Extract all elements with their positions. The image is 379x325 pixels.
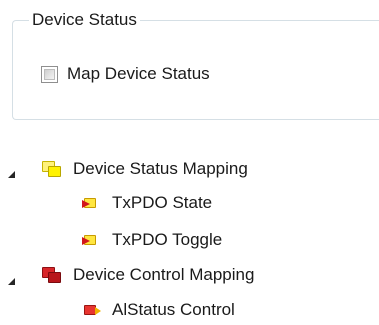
rx-entry-icon xyxy=(82,302,101,318)
tree-node-txpdo-state[interactable]: TxPDO State xyxy=(82,190,212,216)
tree-node-device-control-mapping[interactable]: Device Control Mapping xyxy=(39,262,254,288)
yellow-stack-icon xyxy=(39,159,63,179)
tree-node-label: TxPDO State xyxy=(112,193,213,212)
map-device-status-checkbox[interactable] xyxy=(41,65,58,83)
tree-node-alstatus-control[interactable]: AlStatus Control xyxy=(82,297,235,323)
expand-arrow-icon[interactable] xyxy=(8,278,15,285)
tree-node-label: AlStatus Control xyxy=(112,300,235,319)
tree-node-txpdo-toggle[interactable]: TxPDO Toggle xyxy=(82,227,222,253)
tree-node-label: Device Status Mapping xyxy=(73,159,248,178)
red-stack-icon xyxy=(39,265,63,285)
groupbox-title: Device Status xyxy=(29,10,140,30)
map-device-status-label[interactable]: Map Device Status xyxy=(67,64,210,84)
expand-arrow-icon[interactable] xyxy=(8,171,15,178)
tx-entry-icon xyxy=(82,195,100,211)
tree-node-device-status-mapping[interactable]: Device Status Mapping xyxy=(39,156,248,182)
device-mapping-panel: Device Status Map Device Status Device S… xyxy=(0,0,379,325)
tree-node-label: TxPDO Toggle xyxy=(112,230,223,249)
tx-entry-icon xyxy=(82,232,100,248)
tree-node-label: Device Control Mapping xyxy=(73,265,255,284)
map-device-status-option[interactable]: Map Device Status xyxy=(41,62,210,86)
checkbox-fill xyxy=(44,68,55,80)
